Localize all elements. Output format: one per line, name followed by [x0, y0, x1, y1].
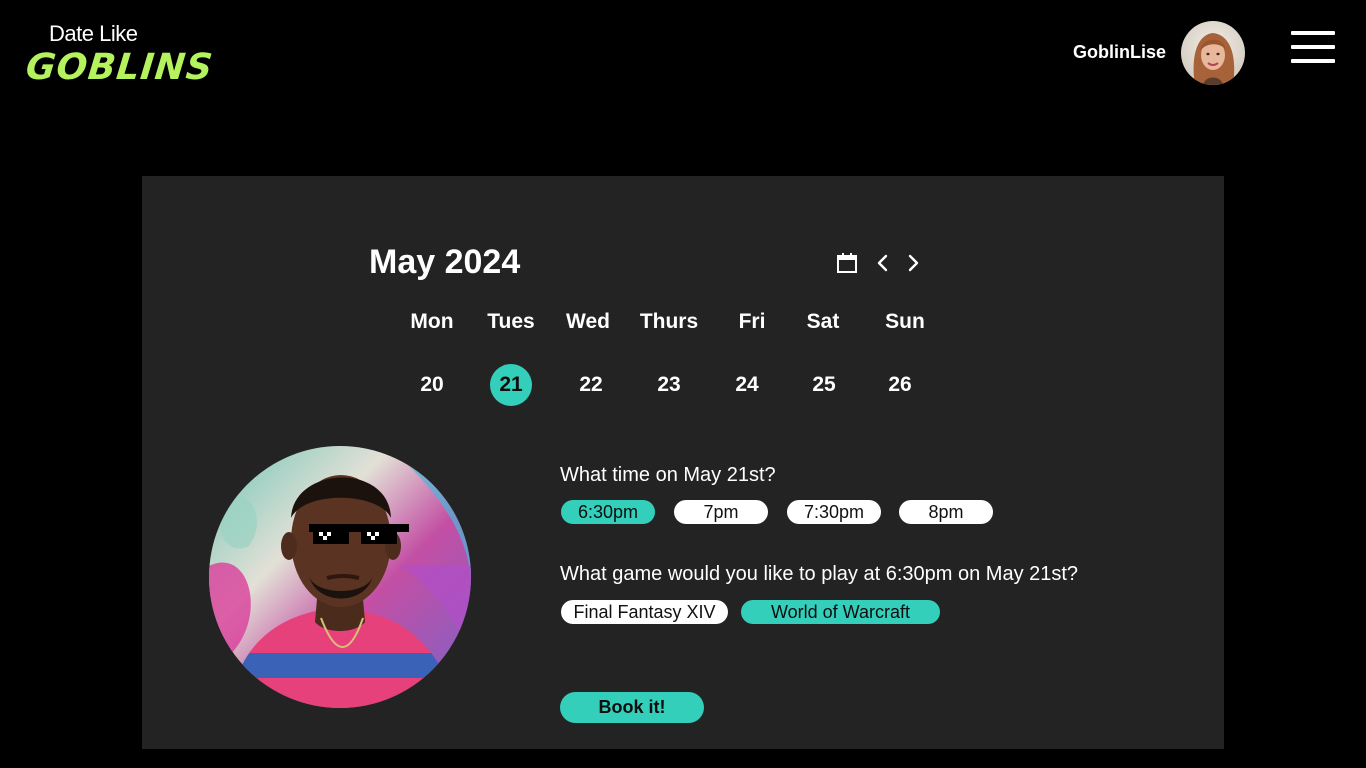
game-option-world-of-warcraft[interactable]: World of Warcraft: [741, 600, 940, 624]
day-21-selected[interactable]: 21: [490, 364, 532, 406]
match-profile-photo: [209, 446, 471, 708]
chevron-left-icon[interactable]: [874, 252, 892, 274]
day-26[interactable]: 26: [879, 364, 921, 406]
day-22[interactable]: 22: [570, 364, 612, 406]
time-option-630pm[interactable]: 6:30pm: [561, 500, 655, 524]
day-name-fri: Fri: [738, 310, 766, 333]
game-question: What game would you like to play at 6:30…: [560, 563, 1079, 585]
game-option-final-fantasy-xiv[interactable]: Final Fantasy XIV: [561, 600, 728, 624]
day-23[interactable]: 23: [648, 364, 690, 406]
hamburger-menu-icon[interactable]: [1291, 31, 1335, 65]
time-option-7pm[interactable]: 7pm: [674, 500, 768, 524]
day-name-thurs: Thurs: [639, 310, 699, 333]
day-name-sun: Sun: [885, 310, 925, 333]
user-avatar-photo: [1181, 21, 1245, 85]
book-it-button[interactable]: Book it!: [560, 692, 704, 723]
day-25[interactable]: 25: [803, 364, 845, 406]
time-option-730pm[interactable]: 7:30pm: [787, 500, 881, 524]
user-avatar[interactable]: [1181, 21, 1245, 85]
time-question: What time on May 21st?: [560, 464, 776, 486]
logo[interactable]: Date Like GOBLINS: [24, 20, 215, 90]
day-name-tues: Tues: [487, 310, 535, 333]
day-20[interactable]: 20: [411, 364, 453, 406]
day-name-sat: Sat: [806, 310, 840, 333]
username[interactable]: GoblinLise: [1060, 42, 1166, 63]
booking-panel: May 2024 Mon Tues Wed Thurs Fri Sat Sun …: [142, 176, 1224, 749]
logo-bottom-text: GOBLINS: [23, 47, 216, 88]
chevron-right-icon[interactable]: [904, 252, 922, 274]
calendar-icon[interactable]: [836, 252, 858, 274]
logo-top-text: Date Like: [49, 21, 138, 46]
day-name-wed: Wed: [566, 310, 610, 333]
day-24[interactable]: 24: [726, 364, 768, 406]
day-name-mon: Mon: [410, 310, 454, 333]
time-option-8pm[interactable]: 8pm: [899, 500, 993, 524]
month-title: May 2024: [369, 243, 521, 281]
